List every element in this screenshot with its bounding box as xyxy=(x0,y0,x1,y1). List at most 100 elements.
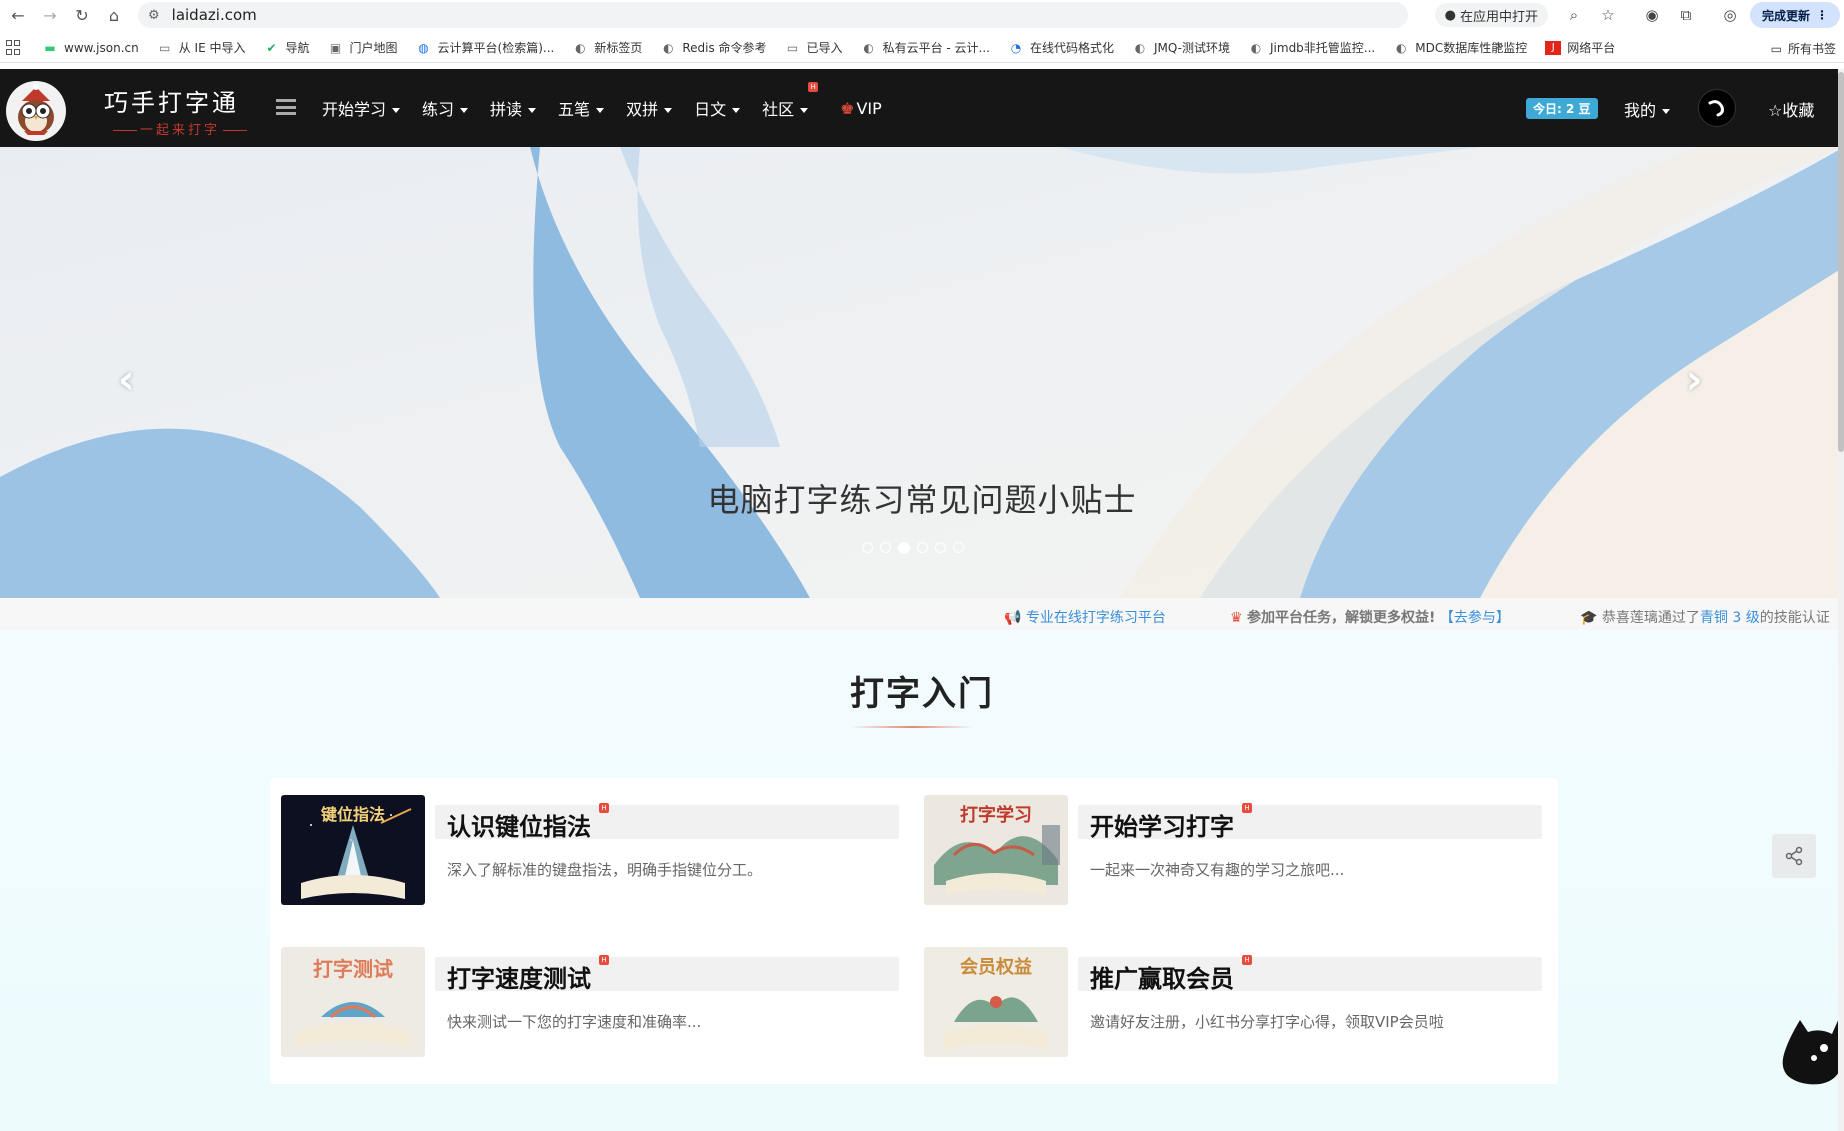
page-scrollbar-thumb[interactable] xyxy=(1838,72,1844,452)
bookmark-item[interactable]: ✔ 导航 xyxy=(263,39,309,56)
nav-item-1[interactable]: 练习 xyxy=(422,96,469,120)
bookmarks-more-button[interactable]: » xyxy=(1495,38,1504,54)
logo-owl-icon[interactable] xyxy=(6,81,66,141)
puzzle-icon[interactable]: ⧉ xyxy=(1672,3,1700,27)
open-in-app-button[interactable]: ● 在应用中打开 xyxy=(1434,3,1548,27)
logo-subtitle: 一起来打字 xyxy=(110,119,250,138)
nav-item-6[interactable]: 社区 H xyxy=(762,82,819,120)
menu-list-icon[interactable] xyxy=(276,99,296,115)
card-title[interactable]: 推广赢取会员 xyxy=(1090,959,1234,994)
hot-badge: H xyxy=(599,803,609,813)
chevron-down-icon xyxy=(528,107,537,113)
carousel-next-icon[interactable]: › xyxy=(1686,357,1702,403)
my-menu[interactable]: 我的 xyxy=(1624,97,1671,121)
carousel-dot[interactable] xyxy=(862,542,873,553)
bookmark-item[interactable]: ▣ 门户地图 xyxy=(328,39,398,56)
forward-icon[interactable]: → xyxy=(36,3,64,27)
nav-item-3[interactable]: 五笔 xyxy=(558,96,605,120)
chevron-down-icon xyxy=(392,107,401,113)
hero-background xyxy=(0,147,1844,598)
carousel-dot[interactable] xyxy=(953,542,964,553)
bookmark-label: MDC数据库性能监控 xyxy=(1415,41,1528,55)
bookmark-label: Redis 命令参考 xyxy=(682,41,767,55)
avatar[interactable] xyxy=(1698,89,1736,127)
bookmark-item[interactable]: ◔ 在线代码格式化 xyxy=(1008,39,1114,56)
nav-item-0[interactable]: 开始学习 xyxy=(322,96,401,120)
carousel-dot[interactable] xyxy=(898,542,910,554)
nav-item-2[interactable]: 拼读 xyxy=(490,96,537,120)
url-text[interactable]: laidazi.com xyxy=(172,6,257,24)
extension-icon[interactable]: ◉ xyxy=(1638,3,1666,27)
site-info-icon[interactable]: ⚙ xyxy=(148,8,160,23)
bookmark-item[interactable]: ◐ JMQ-测试环境 xyxy=(1132,39,1230,56)
card-thumbnail[interactable]: 打字学习 xyxy=(924,795,1068,905)
more-vert-icon: ⋮ xyxy=(1816,8,1828,22)
ticker-link[interactable]: 【去参与】 xyxy=(1440,610,1510,626)
graduation-icon: 🎓 xyxy=(1580,610,1598,626)
carousel-prev-icon[interactable]: ‹ xyxy=(118,357,134,403)
card-title[interactable]: 打字速度测试 xyxy=(447,959,591,994)
hot-badge: H xyxy=(1242,803,1252,813)
card-title[interactable]: 认识键位指法 xyxy=(447,807,591,842)
back-icon[interactable]: ← xyxy=(4,3,32,27)
card-thumbnail[interactable]: 打字测试 xyxy=(281,947,425,1057)
cat-mascot-icon[interactable] xyxy=(1780,1010,1844,1090)
carousel-dot[interactable] xyxy=(917,542,928,553)
ticker-text: 参加平台任务，解锁更多权益! xyxy=(1247,610,1436,626)
ticker-text: 恭喜莲璃通过了 xyxy=(1601,610,1700,626)
bookmark-item[interactable]: ◐ Jimdb非托管监控... xyxy=(1248,39,1376,56)
logo-text[interactable]: 巧手打字通 xyxy=(104,83,239,118)
my-menu-label: 我的 xyxy=(1624,101,1657,120)
carousel-dot[interactable] xyxy=(935,542,946,553)
all-bookmarks-button[interactable]: ▭ 所有书签 xyxy=(1771,40,1836,57)
bookmark-item[interactable]: ◐ 私有云平台 - 云计... xyxy=(861,39,990,56)
bookmark-item[interactable]: ◐ Redis 命令参考 xyxy=(660,39,766,56)
apps-grid-icon[interactable] xyxy=(6,39,22,56)
hero-title[interactable]: 电脑打字练习常见问题小贴士 xyxy=(0,475,1844,521)
profile-icon[interactable]: ◎ xyxy=(1716,3,1744,27)
chevron-down-icon xyxy=(1662,108,1671,114)
bookmark-item[interactable]: J 网络平台 xyxy=(1545,39,1615,56)
bookmark-item[interactable]: ▬ www.json.cn xyxy=(42,40,139,55)
bookmark-label: www.json.cn xyxy=(64,40,139,55)
ticker-item[interactable]: 🎓 恭喜莲璃通过了青铜 3 级的技能认证 xyxy=(1580,607,1830,627)
nav-item-label: 拼读 xyxy=(490,100,523,119)
nav-item-5[interactable]: 日文 xyxy=(694,96,741,120)
zoom-icon[interactable]: ⌕ xyxy=(1560,3,1588,27)
thumb-label: 打字测试 xyxy=(313,957,393,981)
bookmark-item[interactable]: ▭ 从 IE 中导入 xyxy=(157,39,245,56)
card-speed-test[interactable]: 打字测试 打字速度测试 H 快来测试一下您的打字速度和准确率... xyxy=(281,947,915,1059)
reload-icon[interactable]: ↻ xyxy=(68,3,96,27)
hot-badge: H xyxy=(1242,955,1252,965)
ticker-item[interactable]: 📢 专业在线打字练习平台 xyxy=(1004,607,1166,627)
bookmark-item[interactable]: ◐ MDC数据库性能监控 xyxy=(1393,39,1527,56)
card-title[interactable]: 开始学习打字 xyxy=(1090,807,1234,842)
ticker-item[interactable]: ♛ 参加平台任务，解锁更多权益! 【去参与】 xyxy=(1230,607,1510,627)
favorite-button[interactable]: ☆收藏 xyxy=(1768,97,1814,121)
update-button[interactable]: 完成更新 ⋮ xyxy=(1749,2,1840,28)
nav-item-label: 双拼 xyxy=(626,100,659,119)
card-keyboard-fingering[interactable]: 键位指法 认识键位指法 H 深入了解标准的键盘指法，明确手指键位分工。 xyxy=(281,795,915,907)
card-promote-vip[interactable]: 会员权益 推广赢取会员 H 邀请好友注册，小红书分享打字心得，领取VIP会员啦 xyxy=(924,947,1558,1059)
browser-toolbar: ← → ↻ ⌂ ⚙ laidazi.com ● 在应用中打开 ⌕ ☆ ◉ ⧉ ◎ … xyxy=(0,0,1844,30)
bookmark-item[interactable]: ▭ 已导入 xyxy=(785,39,843,56)
address-bar[interactable]: ⚙ laidazi.com xyxy=(138,2,1408,28)
card-thumbnail[interactable]: 会员权益 xyxy=(924,947,1068,1057)
nav-item-vip[interactable]: ♚ VIP xyxy=(840,99,882,118)
site-header: 巧手打字通 一起来打字 开始学习 练习 拼读 五笔 双拼 日文 社区 H ♚ VIP 今日: 2 … xyxy=(0,69,1844,147)
main-section: 打字入门 键位指法 认识键位指法 H 深入了解标准的键盘指法，明确手指键位分工。 xyxy=(0,630,1844,1131)
carousel-dot[interactable] xyxy=(880,542,891,553)
share-button[interactable] xyxy=(1772,834,1816,878)
home-icon[interactable]: ⌂ xyxy=(100,3,128,27)
card-thumbnail[interactable]: 键位指法 xyxy=(281,795,425,905)
nav-item-label: 开始学习 xyxy=(322,100,387,119)
today-beans-badge[interactable]: 今日: 2 豆 xyxy=(1526,98,1598,119)
ticker-text: 专业在线打字练习平台 xyxy=(1025,610,1166,626)
nav-item-label: 五笔 xyxy=(558,100,591,119)
card-start-learning[interactable]: 打字学习 开始学习打字 H 一起来一次神奇又有趣的学习之旅吧... xyxy=(924,795,1558,907)
app-icon: ● xyxy=(1444,7,1456,23)
nav-item-4[interactable]: 双拼 xyxy=(626,96,673,120)
bookmark-item[interactable]: ◐ 新标签页 xyxy=(572,39,642,56)
bookmark-star-icon[interactable]: ☆ xyxy=(1594,3,1622,27)
bookmark-item[interactable]: ◍ 云计算平台(检索篇)... xyxy=(416,39,554,56)
